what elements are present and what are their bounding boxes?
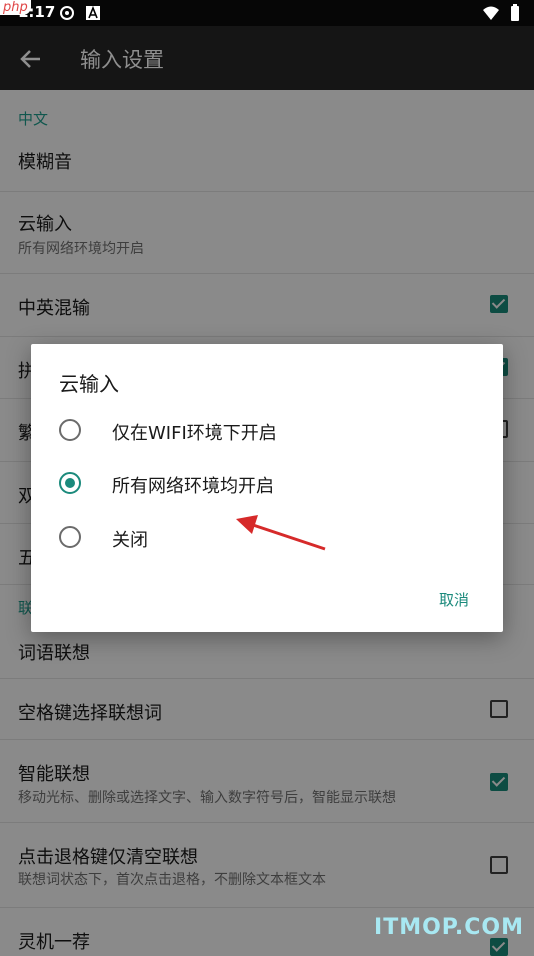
watermark: ITMOP.COM bbox=[374, 915, 524, 940]
red-arrow-annotation bbox=[236, 515, 326, 551]
